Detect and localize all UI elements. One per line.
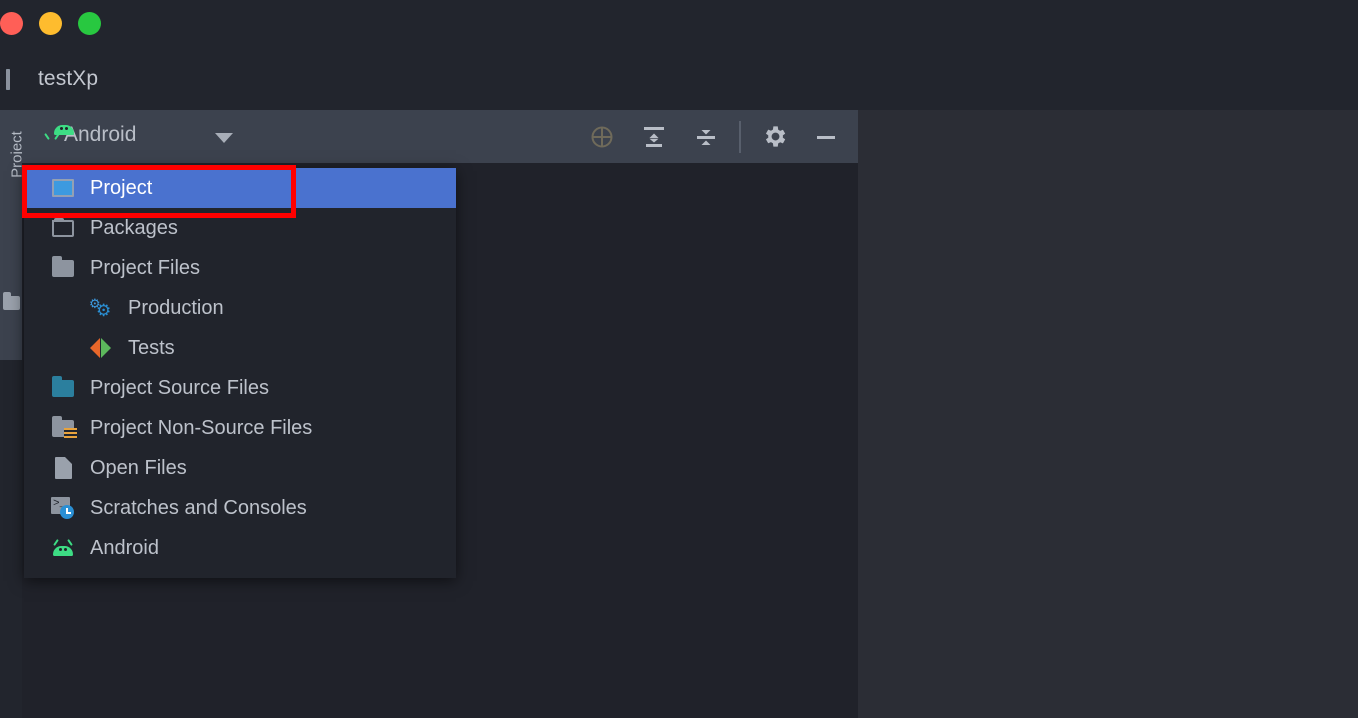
menu-item-project[interactable]: Project bbox=[24, 168, 456, 208]
menu-item-label: Packages bbox=[90, 217, 178, 239]
menu-item-open-files[interactable]: Open Files bbox=[24, 448, 456, 488]
expand-all-button[interactable] bbox=[628, 110, 680, 163]
close-button[interactable] bbox=[0, 12, 23, 35]
view-selector-popup[interactable]: Project Packages Project Files ⚙ ⚙ Produc… bbox=[24, 168, 456, 578]
window-icon bbox=[50, 176, 76, 200]
folder-outline-icon bbox=[50, 216, 76, 240]
menu-item-label: Android bbox=[90, 537, 159, 559]
folder-teal-icon bbox=[50, 375, 76, 400]
options-button[interactable] bbox=[748, 110, 800, 163]
menu-item-project-files[interactable]: Project Files bbox=[24, 248, 456, 288]
gear-icon bbox=[765, 126, 785, 147]
zoom-button[interactable] bbox=[78, 12, 101, 35]
expand-all-icon bbox=[644, 126, 664, 147]
tool-window-stripe[interactable]: Project bbox=[0, 110, 26, 360]
test-triangles-icon bbox=[88, 336, 114, 360]
menu-item-tests[interactable]: Tests bbox=[24, 328, 456, 368]
menu-item-label: Project Files bbox=[90, 257, 201, 279]
menu-item-label: Open Files bbox=[90, 457, 187, 479]
menu-item-scratches-and-consoles[interactable]: >_ Scratches and Consoles bbox=[24, 488, 456, 528]
menu-item-label: Production bbox=[128, 297, 224, 319]
scratch-icon: >_ bbox=[50, 496, 76, 520]
menu-item-label: Project Source Files bbox=[90, 377, 269, 399]
android-icon bbox=[50, 536, 76, 560]
document-icon bbox=[50, 456, 76, 480]
menu-item-production[interactable]: ⚙ ⚙ Production bbox=[24, 288, 456, 328]
hide-button[interactable] bbox=[800, 110, 852, 163]
window-icon bbox=[6, 69, 10, 90]
minimize-icon bbox=[817, 135, 835, 139]
chevron-down-icon[interactable] bbox=[215, 133, 233, 143]
view-selector[interactable]: Android bbox=[44, 123, 137, 147]
menu-item-project-non-source-files[interactable]: Project Non-Source Files bbox=[24, 408, 456, 448]
menu-item-label: Tests bbox=[128, 337, 175, 359]
editor-area[interactable] bbox=[858, 110, 1358, 718]
project-title: testXp bbox=[38, 67, 99, 90]
project-header: testXp bbox=[0, 62, 1358, 110]
select-opened-file-button[interactable] bbox=[576, 110, 628, 163]
menu-item-android[interactable]: Android bbox=[24, 528, 456, 568]
collapse-all-button[interactable] bbox=[680, 110, 732, 163]
menu-item-label: Scratches and Consoles bbox=[90, 497, 307, 519]
folder-icon bbox=[3, 292, 20, 310]
minimize-button[interactable] bbox=[39, 12, 62, 35]
menu-item-label: Project bbox=[90, 177, 153, 199]
toolbar-actions bbox=[576, 110, 852, 163]
tool-window-stripe-empty bbox=[0, 360, 22, 718]
view-selector-label: Android bbox=[64, 123, 137, 146]
folder-icon bbox=[50, 255, 76, 280]
menu-item-label: Project Non-Source Files bbox=[90, 417, 313, 439]
toolbar-separator bbox=[739, 120, 741, 153]
project-toolbar: Android bbox=[22, 110, 858, 163]
crosshair-icon bbox=[591, 126, 613, 147]
folder-lines-icon bbox=[50, 415, 77, 440]
menu-item-packages[interactable]: Packages bbox=[24, 208, 456, 248]
title-bar bbox=[0, 0, 1358, 62]
collapse-all-icon bbox=[697, 129, 715, 145]
menu-item-project-source-files[interactable]: Project Source Files bbox=[24, 368, 456, 408]
gears-icon: ⚙ ⚙ bbox=[89, 296, 112, 320]
